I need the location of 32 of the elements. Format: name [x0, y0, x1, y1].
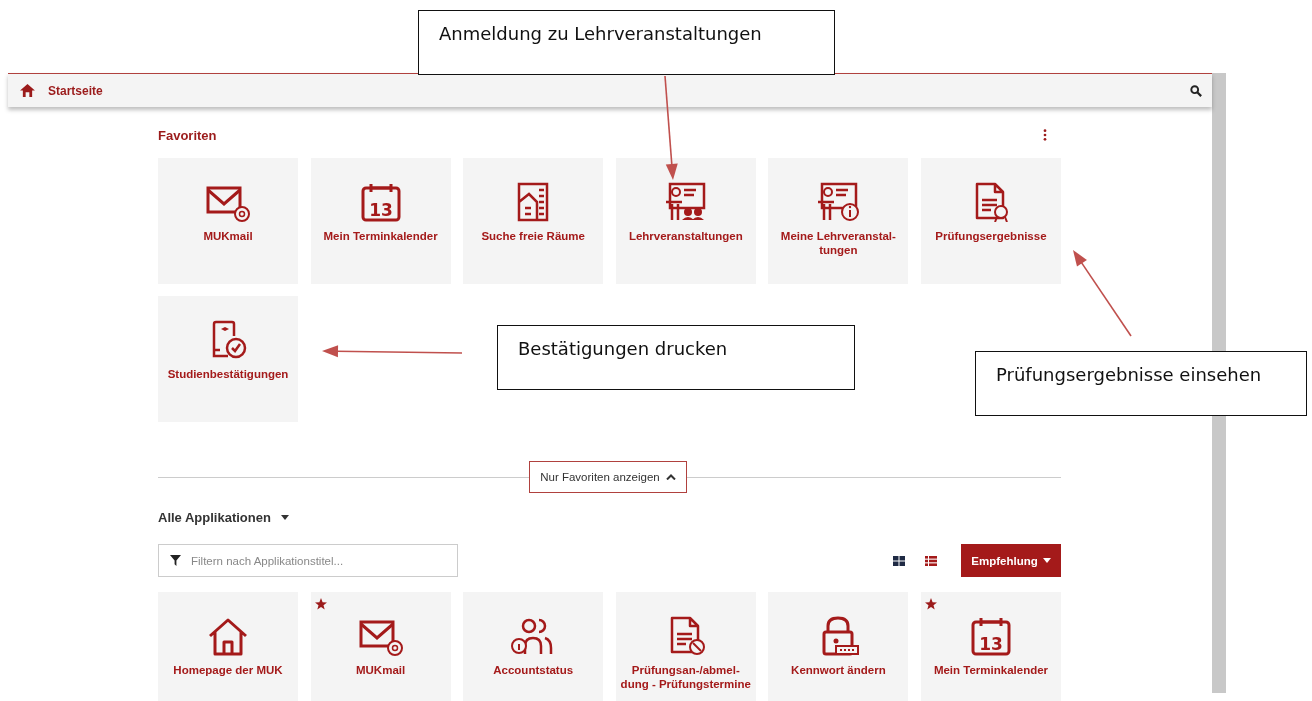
caret-icon [1042, 558, 1051, 563]
app-tile[interactable]: Homepage der MUK [158, 592, 298, 701]
app-tile[interactable]: Prüfungsergebnisse [920, 158, 1061, 284]
app-tile[interactable]: Meine Lehrveranstal- tungen [768, 158, 909, 284]
breadcrumb-link[interactable]: Startseite [48, 83, 103, 98]
section-title: Favoriten [158, 127, 217, 143]
home-icon[interactable] [20, 84, 35, 97]
app-tile[interactable]: 13 Mein Terminkalender [920, 592, 1061, 701]
annotation-callout: Prüfungsergebnisse einsehen [975, 351, 1307, 416]
app-tile[interactable]: Lehrveranstaltungen [615, 158, 756, 284]
app-tile[interactable]: 13 Mein Terminkalender [310, 158, 451, 284]
annotation-callout: Anmeldung zu Lehrveranstaltungen [418, 10, 835, 75]
more-options-icon[interactable] [1043, 129, 1047, 141]
filter-field[interactable]: Filtern nach Applikationstitel... [158, 544, 458, 577]
app-tile[interactable]: MUKmail [158, 158, 298, 284]
favorite-star-icon[interactable] [924, 598, 937, 610]
grid-view-icon[interactable] [893, 555, 905, 566]
filter-icon [170, 555, 181, 566]
list-view-icon[interactable] [925, 555, 937, 566]
app-tile[interactable]: Studienbestätigungen [158, 296, 298, 422]
annotation-callout: Bestätigungen drucken [497, 325, 855, 390]
section-dropdown[interactable]: Alle Applikationen [158, 510, 271, 525]
sort-dropdown-button[interactable]: Empfehlung [961, 544, 1061, 577]
favorites-toggle-button[interactable]: Nur Favoriten anzeigen [529, 461, 687, 493]
app-tile[interactable]: Prüfungsan-/abmel- dung - Prüfungstermine [615, 592, 756, 701]
favorite-star-icon[interactable] [314, 598, 327, 610]
app-tile[interactable]: Accountstatus [463, 592, 604, 701]
search-icon[interactable] [1190, 84, 1202, 97]
app-tile[interactable]: Suche freie Räume [463, 158, 604, 284]
app-tile[interactable]: MUKmail [310, 592, 451, 701]
caret-icon[interactable] [280, 515, 289, 520]
app-tile[interactable]: Kennwort ändern [768, 592, 909, 701]
